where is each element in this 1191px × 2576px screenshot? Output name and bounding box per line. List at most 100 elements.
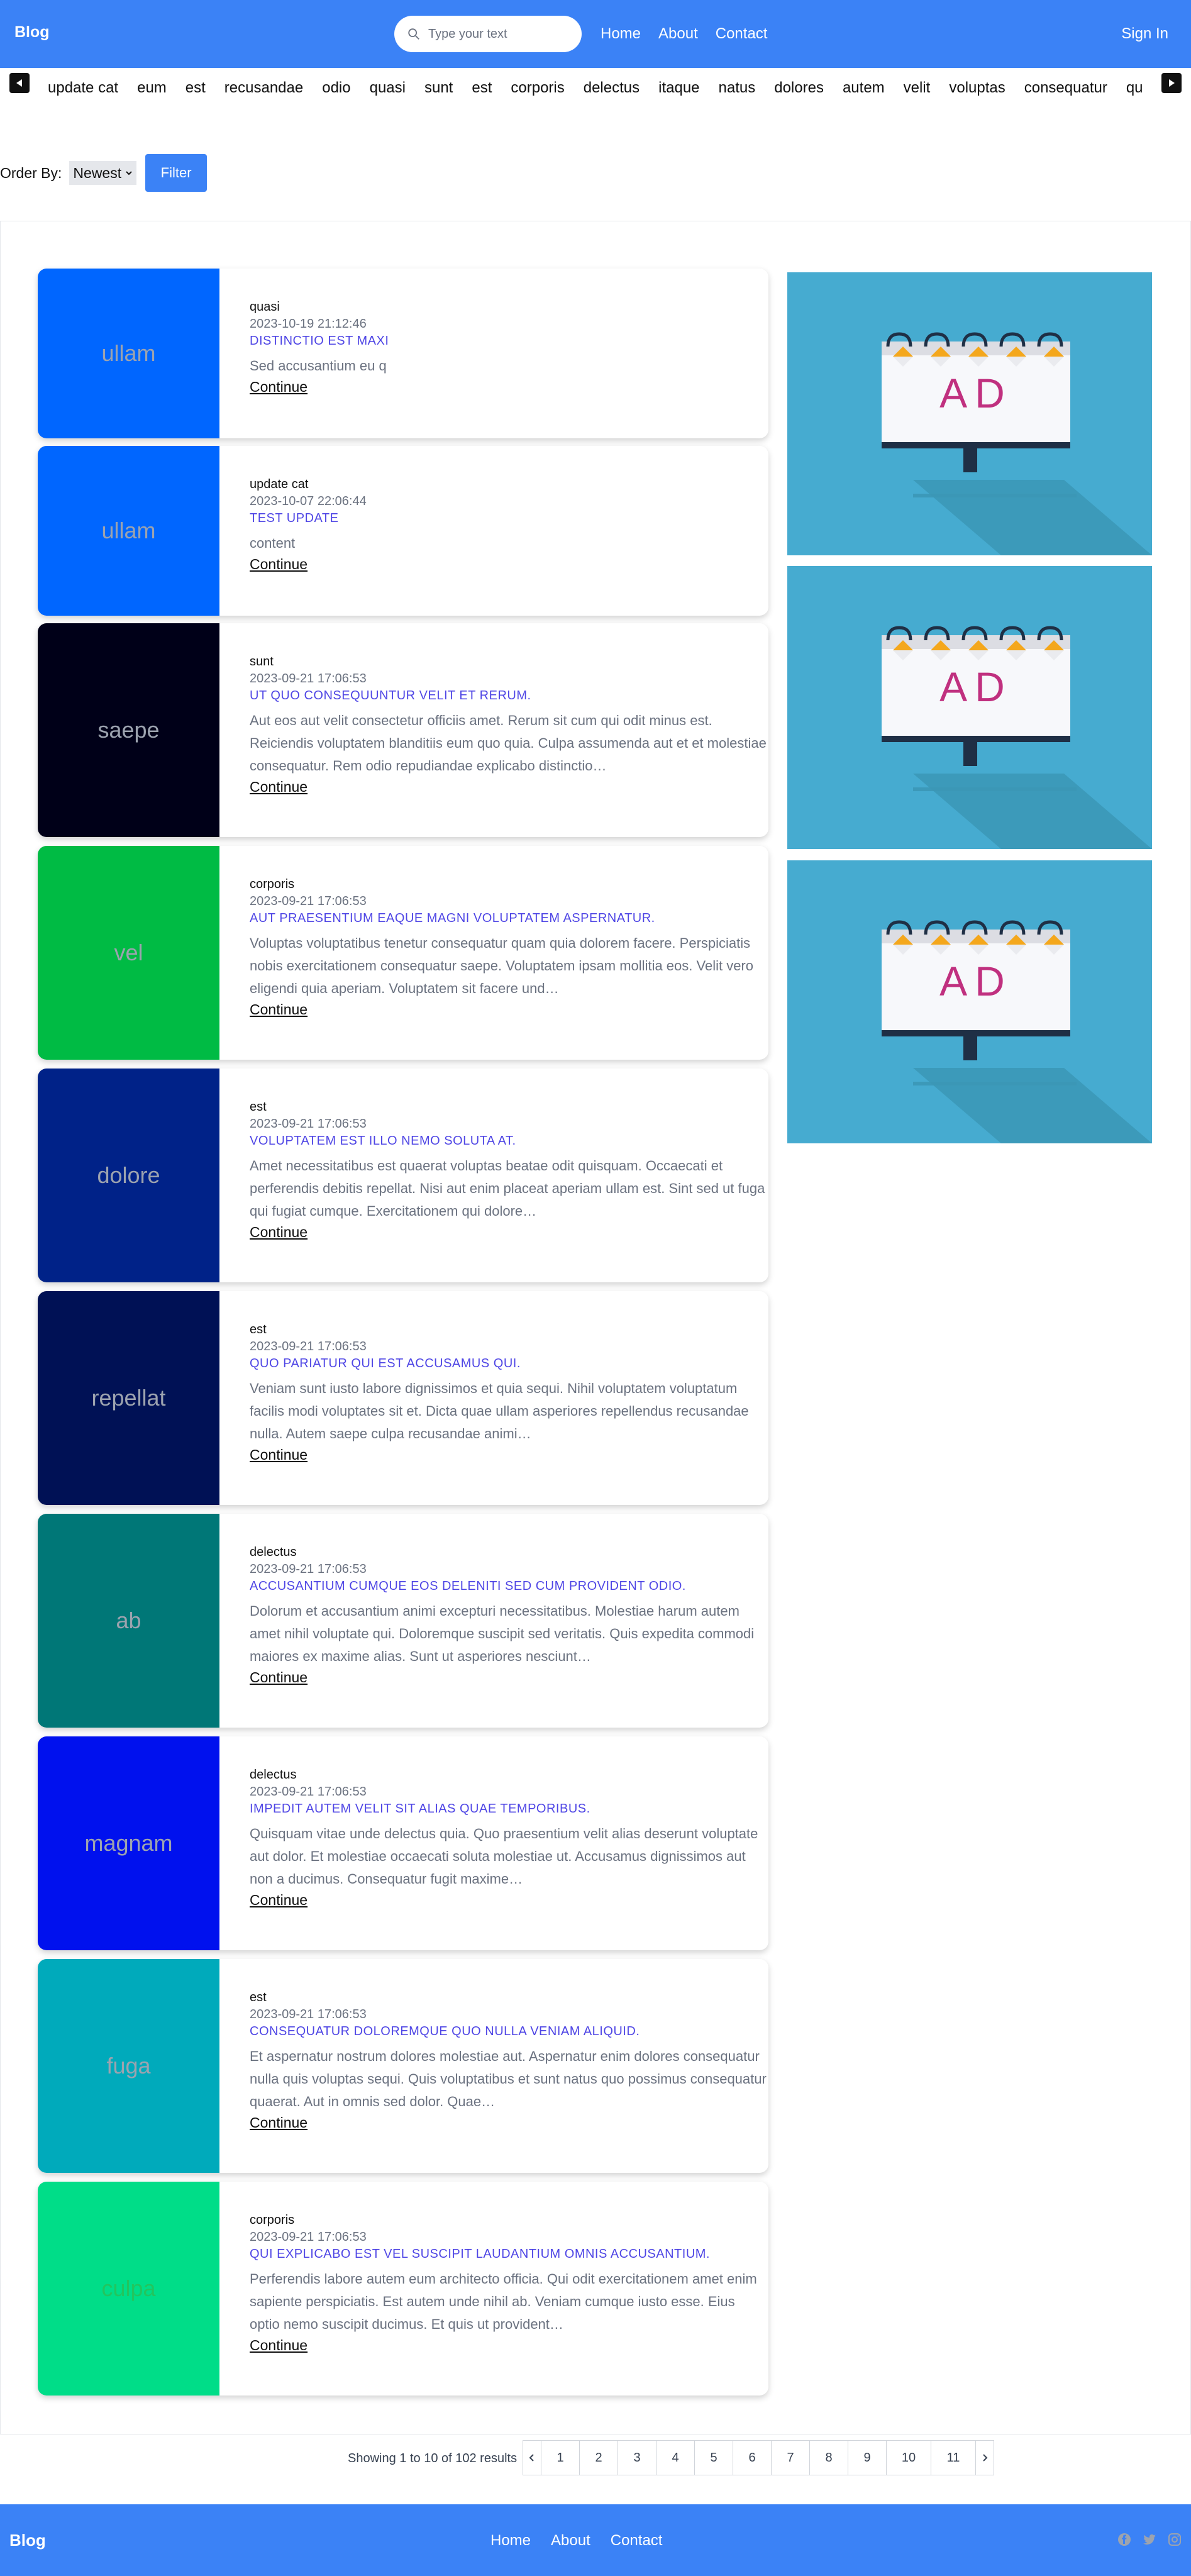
post-title[interactable]: ACCUSANTIUM CUMQUE EOS DELENITI SED CUM …	[250, 1579, 768, 1594]
tag-item[interactable]: corporis	[511, 79, 564, 97]
post-title[interactable]: AUT PRAESENTIUM EAQUE MAGNI VOLUPTATEM A…	[250, 911, 768, 926]
search-box[interactable]	[394, 16, 582, 52]
page-button[interactable]: 11	[931, 2440, 976, 2475]
search-input[interactable]	[428, 26, 567, 42]
ad-banner[interactable]: AD	[787, 566, 1152, 849]
post-date: 2023-09-21 17:06:53	[250, 2007, 367, 2021]
post-excerpt: Et aspernatur nostrum dolores molestiae …	[250, 2048, 767, 2109]
page-button[interactable]: 6	[733, 2440, 772, 2475]
nav-about[interactable]: About	[658, 25, 698, 43]
continue-link[interactable]: Continue	[250, 1001, 307, 1018]
post-thumbnail[interactable]: ullam	[38, 446, 219, 616]
continue-link[interactable]: Continue	[250, 1224, 307, 1241]
tag-item[interactable]: dolores	[774, 79, 824, 97]
tag-item[interactable]: voluptas	[949, 79, 1005, 97]
tag-item[interactable]: delectus	[584, 79, 640, 97]
ad-banner[interactable]: AD	[787, 272, 1152, 555]
post-title[interactable]: VOLUPTATEM EST ILLO NEMO SOLUTA AT.	[250, 1134, 768, 1148]
order-select[interactable]: Newest	[69, 161, 137, 185]
post-title[interactable]: QUO PARIATUR QUI EST ACCUSAMUS QUI.	[250, 1357, 768, 1371]
instagram-icon[interactable]	[1167, 2532, 1182, 2547]
tag-item[interactable]: odio	[322, 79, 350, 97]
post-thumbnail[interactable]: ab	[38, 1514, 219, 1728]
prev-page-button[interactable]	[523, 2440, 541, 2475]
page-button[interactable]: 3	[618, 2440, 656, 2475]
page-button[interactable]: 5	[694, 2440, 733, 2475]
post-category[interactable]: est	[250, 1990, 768, 2005]
post-body: corporis 2023-09-21 17:06:53 AUT PRAESEN…	[219, 846, 768, 1060]
continue-link[interactable]: Continue	[250, 779, 307, 796]
post-category[interactable]: corporis	[250, 877, 768, 892]
continue-link[interactable]: Continue	[250, 556, 307, 573]
thumbnail-label: ullam	[101, 340, 156, 366]
post-category[interactable]: quasi	[250, 300, 768, 314]
tag-item[interactable]: velit	[904, 79, 931, 97]
page-button[interactable]: 7	[771, 2440, 810, 2475]
ad-banner[interactable]: AD	[787, 860, 1152, 1143]
tag-item[interactable]: est	[472, 79, 492, 97]
post-thumbnail[interactable]: fuga	[38, 1959, 219, 2173]
post-thumbnail[interactable]: dolore	[38, 1069, 219, 1282]
post-title[interactable]: UT QUO CONSEQUUNTUR VELIT ET RERUM.	[250, 689, 768, 703]
post-thumbnail[interactable]: ullam	[38, 269, 219, 438]
tag-item[interactable]: quo	[1126, 79, 1142, 97]
tag-item[interactable]: est	[186, 79, 206, 97]
thumbnail-label: repellat	[91, 1385, 166, 1411]
continue-link[interactable]: Continue	[250, 1446, 307, 1463]
post-title[interactable]: IMPEDIT AUTEM VELIT SIT ALIAS QUAE TEMPO…	[250, 1802, 768, 1816]
page-button[interactable]: 8	[809, 2440, 848, 2475]
post-category[interactable]: delectus	[250, 1768, 768, 1782]
order-label: Order By:	[0, 164, 62, 181]
post-category[interactable]: est	[250, 1323, 768, 1337]
page-button[interactable]: 9	[848, 2440, 887, 2475]
post-category[interactable]: update cat	[250, 477, 768, 492]
footer-nav-about[interactable]: About	[551, 2532, 590, 2550]
scroll-right-button[interactable]	[1161, 73, 1182, 93]
footer-nav-contact[interactable]: Contact	[611, 2532, 663, 2550]
post-thumbnail[interactable]: saepe	[38, 623, 219, 837]
continue-link[interactable]: Continue	[250, 2337, 307, 2354]
post-thumbnail[interactable]: repellat	[38, 1291, 219, 1505]
post-category[interactable]: corporis	[250, 2213, 768, 2228]
page-button[interactable]: 10	[886, 2440, 931, 2475]
brand-logo[interactable]: Blog	[14, 23, 50, 42]
filter-button[interactable]: Filter	[145, 154, 208, 192]
sign-in-link[interactable]: Sign In	[1121, 25, 1168, 43]
page-button[interactable]: 1	[541, 2440, 580, 2475]
post-title[interactable]: CONSEQUATUR DOLOREMQUE QUO NULLA VENIAM …	[250, 2024, 768, 2039]
tag-item[interactable]: eum	[137, 79, 167, 97]
post-title[interactable]: TEST UPDATE	[250, 511, 768, 526]
tag-item[interactable]: recusandae	[224, 79, 303, 97]
tag-item[interactable]: update cat	[48, 79, 118, 97]
post-category[interactable]: est	[250, 1100, 768, 1114]
nav-contact[interactable]: Contact	[716, 25, 768, 43]
footer-nav-home[interactable]: Home	[490, 2532, 531, 2550]
twitter-icon[interactable]	[1142, 2532, 1157, 2547]
tag-item[interactable]: autem	[843, 79, 885, 97]
tag-item[interactable]: itaque	[658, 79, 699, 97]
post-category[interactable]: sunt	[250, 655, 768, 669]
page-button[interactable]: 4	[656, 2440, 695, 2475]
post-thumbnail[interactable]: culpa	[38, 2182, 219, 2396]
page-button[interactable]: 2	[579, 2440, 618, 2475]
facebook-icon[interactable]	[1117, 2532, 1132, 2547]
caret-left-icon	[16, 79, 22, 87]
continue-link[interactable]: Continue	[250, 1892, 307, 1909]
post-title[interactable]: DISTINCTIO EST MAXI	[250, 334, 768, 348]
post-category[interactable]: delectus	[250, 1545, 768, 1560]
tag-list: update cat eum est recusandae odio quasi sunt e…	[48, 79, 1142, 97]
post-thumbnail[interactable]: magnam	[38, 1736, 219, 1950]
tag-item[interactable]: sunt	[424, 79, 453, 97]
nav-home[interactable]: Home	[601, 25, 641, 43]
post-thumbnail[interactable]: vel	[38, 846, 219, 1060]
footer-brand[interactable]: Blog	[9, 2531, 46, 2550]
scroll-left-button[interactable]	[9, 73, 30, 93]
continue-link[interactable]: Continue	[250, 2114, 307, 2131]
tag-item[interactable]: consequatur	[1024, 79, 1107, 97]
continue-link[interactable]: Continue	[250, 379, 307, 396]
continue-link[interactable]: Continue	[250, 1669, 307, 1686]
next-page-button[interactable]	[975, 2440, 994, 2475]
post-title[interactable]: QUI EXPLICABO EST VEL SUSCIPIT LAUDANTIU…	[250, 2247, 768, 2262]
tag-item[interactable]: natus	[719, 79, 756, 97]
tag-item[interactable]: quasi	[370, 79, 406, 97]
